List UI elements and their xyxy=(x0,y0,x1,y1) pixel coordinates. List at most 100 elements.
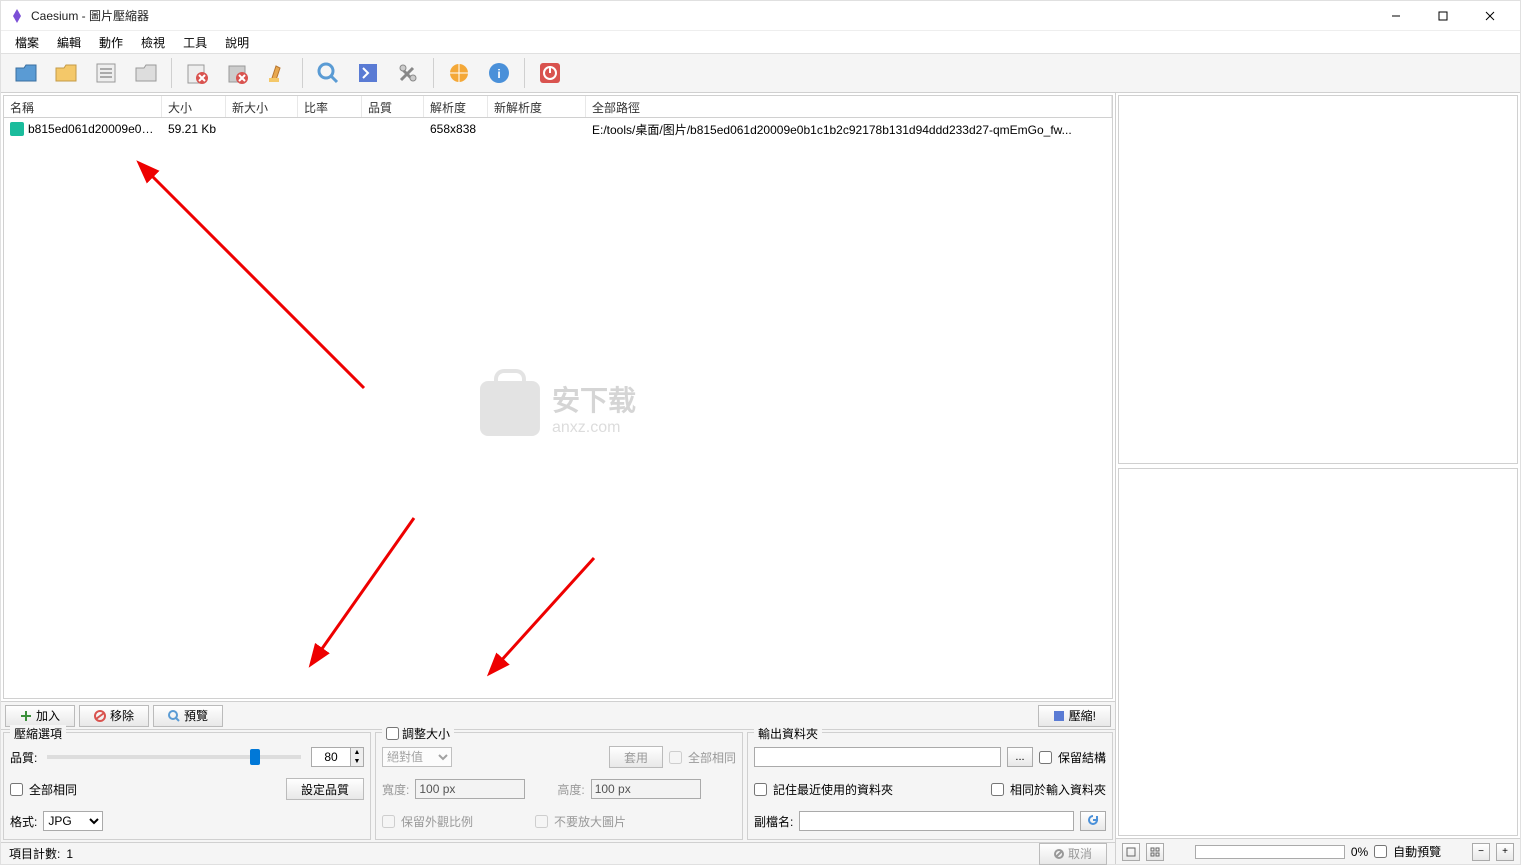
zoom-in-button[interactable]: + xyxy=(1496,843,1514,861)
toolbar-preview-icon[interactable] xyxy=(311,56,345,90)
resize-same-all-checkbox[interactable] xyxy=(669,751,682,764)
cancel-button[interactable]: 取消 xyxy=(1039,843,1107,865)
menubar: 檔案 編輯 動作 檢視 工具 說明 xyxy=(1,31,1520,53)
zoom-out-button[interactable]: − xyxy=(1472,843,1490,861)
toolbar-clear-icon[interactable] xyxy=(260,56,294,90)
quality-label: 品質: xyxy=(10,749,37,766)
toolbar-open-file-icon[interactable] xyxy=(9,56,43,90)
toolbar-about-icon[interactable]: i xyxy=(482,56,516,90)
col-size[interactable]: 大小 xyxy=(162,96,226,117)
col-res[interactable]: 解析度 xyxy=(424,96,488,117)
keep-aspect-checkbox[interactable] xyxy=(382,815,395,828)
same-as-input-checkbox[interactable] xyxy=(991,783,1004,796)
menu-action[interactable]: 動作 xyxy=(91,32,131,53)
same-all-checkbox[interactable] xyxy=(10,783,23,796)
options-panel: 壓縮選項 品質: ▲▼ 全部相同 設定品質 xyxy=(1,729,1115,842)
output-group: 輸出資料夾 ... 保留結構 記住最近使用的資料夾 相同於輸入資料夾 xyxy=(747,732,1113,840)
progress-percent: 0% xyxy=(1351,845,1368,859)
toolbar-settings-icon[interactable] xyxy=(391,56,425,90)
reset-suffix-button[interactable] xyxy=(1080,811,1106,831)
preview-pane: 0% 自動預覽 − + xyxy=(1115,93,1520,864)
window-title: Caesium - 圖片壓縮器 xyxy=(31,7,1373,24)
width-input[interactable] xyxy=(415,779,525,799)
col-ratio[interactable]: 比率 xyxy=(298,96,362,117)
action-row: 加入 移除 預覽 壓縮! xyxy=(1,701,1115,729)
col-path[interactable]: 全部路徑 xyxy=(586,96,1112,117)
menu-file[interactable]: 檔案 xyxy=(7,32,47,53)
width-label: 寬度: xyxy=(382,781,409,798)
menu-help[interactable]: 說明 xyxy=(217,32,257,53)
cell-size: 59.21 Kb xyxy=(162,120,226,138)
toolbar-compress-icon[interactable] xyxy=(351,56,385,90)
no-enlarge-checkbox[interactable] xyxy=(535,815,548,828)
keep-structure-checkbox[interactable] xyxy=(1039,751,1052,764)
cancel-icon xyxy=(1054,849,1064,859)
remember-checkbox[interactable] xyxy=(754,783,767,796)
toolbar-remove-icon[interactable] xyxy=(180,56,214,90)
col-newsize[interactable]: 新大小 xyxy=(226,96,298,117)
browse-button[interactable]: ... xyxy=(1007,747,1033,767)
toolbar-open-list-icon[interactable] xyxy=(89,56,123,90)
height-label: 高度: xyxy=(557,781,584,798)
spin-down[interactable]: ▼ xyxy=(351,757,363,766)
auto-preview-checkbox[interactable] xyxy=(1374,845,1387,858)
quality-input[interactable] xyxy=(311,747,351,767)
zoom-fit-button[interactable] xyxy=(1122,843,1140,861)
plus-icon xyxy=(20,710,32,722)
watermark: 安下载 anxz.com xyxy=(480,379,636,437)
output-path-input[interactable] xyxy=(754,747,1001,767)
suffix-input[interactable] xyxy=(799,811,1074,831)
height-input[interactable] xyxy=(591,779,701,799)
file-type-icon xyxy=(10,122,24,136)
spin-up[interactable]: ▲ xyxy=(351,748,363,757)
toolbar-delete-icon[interactable] xyxy=(220,56,254,90)
list-header: 名稱 大小 新大小 比率 品質 解析度 新解析度 全部路徑 xyxy=(4,96,1112,118)
forbid-icon xyxy=(94,710,106,722)
col-name[interactable]: 名稱 xyxy=(4,96,162,117)
progress-bar xyxy=(1195,845,1345,859)
format-select[interactable]: JPG xyxy=(43,811,103,831)
refresh-icon xyxy=(1087,814,1099,826)
menu-view[interactable]: 檢視 xyxy=(133,32,173,53)
no-enlarge-label: 不要放大圖片 xyxy=(554,813,626,830)
menu-edit[interactable]: 編輯 xyxy=(49,32,89,53)
compress-button[interactable]: 壓縮! xyxy=(1038,705,1111,727)
same-as-input-label: 相同於輸入資料夾 xyxy=(1010,781,1106,798)
cell-ratio xyxy=(298,127,362,131)
resize-title: 調整大小 xyxy=(402,725,450,742)
maximize-button[interactable] xyxy=(1420,2,1465,30)
preview-button[interactable]: 預覽 xyxy=(153,705,223,727)
file-list[interactable]: 名稱 大小 新大小 比率 品質 解析度 新解析度 全部路徑 b815ed061d… xyxy=(3,95,1113,699)
minimize-button[interactable] xyxy=(1373,2,1418,30)
resize-group: 調整大小 絕對值 套用 全部相同 寬度: 高度: xyxy=(375,732,743,840)
col-quality[interactable]: 品質 xyxy=(362,96,424,117)
set-quality-button[interactable]: 設定品質 xyxy=(286,778,364,800)
col-newres[interactable]: 新解析度 xyxy=(488,96,586,117)
toolbar-save-list-icon[interactable] xyxy=(129,56,163,90)
add-button[interactable]: 加入 xyxy=(5,705,75,727)
toolbar-open-folder-icon[interactable] xyxy=(49,56,83,90)
close-button[interactable] xyxy=(1467,2,1512,30)
same-all-label: 全部相同 xyxy=(29,781,77,798)
quality-slider[interactable] xyxy=(47,755,301,759)
cell-newres xyxy=(488,127,586,131)
format-label: 格式: xyxy=(10,813,37,830)
remove-button[interactable]: 移除 xyxy=(79,705,149,727)
zoom-actual-button[interactable] xyxy=(1146,843,1164,861)
resize-mode-select[interactable]: 絕對值 xyxy=(382,747,452,767)
compress-group: 壓縮選項 品質: ▲▼ 全部相同 設定品質 xyxy=(3,732,371,840)
toolbar: i xyxy=(1,53,1520,93)
auto-preview-label: 自動預覽 xyxy=(1393,843,1441,860)
apply-button[interactable]: 套用 xyxy=(609,746,663,768)
keep-aspect-label: 保留外觀比例 xyxy=(401,813,473,830)
menu-tools[interactable]: 工具 xyxy=(175,32,215,53)
toolbar-website-icon[interactable] xyxy=(442,56,476,90)
preview-compressed xyxy=(1118,468,1518,837)
resize-same-all-label: 全部相同 xyxy=(688,749,736,766)
resize-enable-checkbox[interactable] xyxy=(386,727,399,740)
list-row[interactable]: b815ed061d20009e0b... 59.21 Kb 658x838 E… xyxy=(4,118,1112,140)
toolbar-exit-icon[interactable] xyxy=(533,56,567,90)
suffix-label: 副檔名: xyxy=(754,813,793,830)
cell-newsize xyxy=(226,127,298,131)
keep-structure-label: 保留結構 xyxy=(1058,749,1106,766)
